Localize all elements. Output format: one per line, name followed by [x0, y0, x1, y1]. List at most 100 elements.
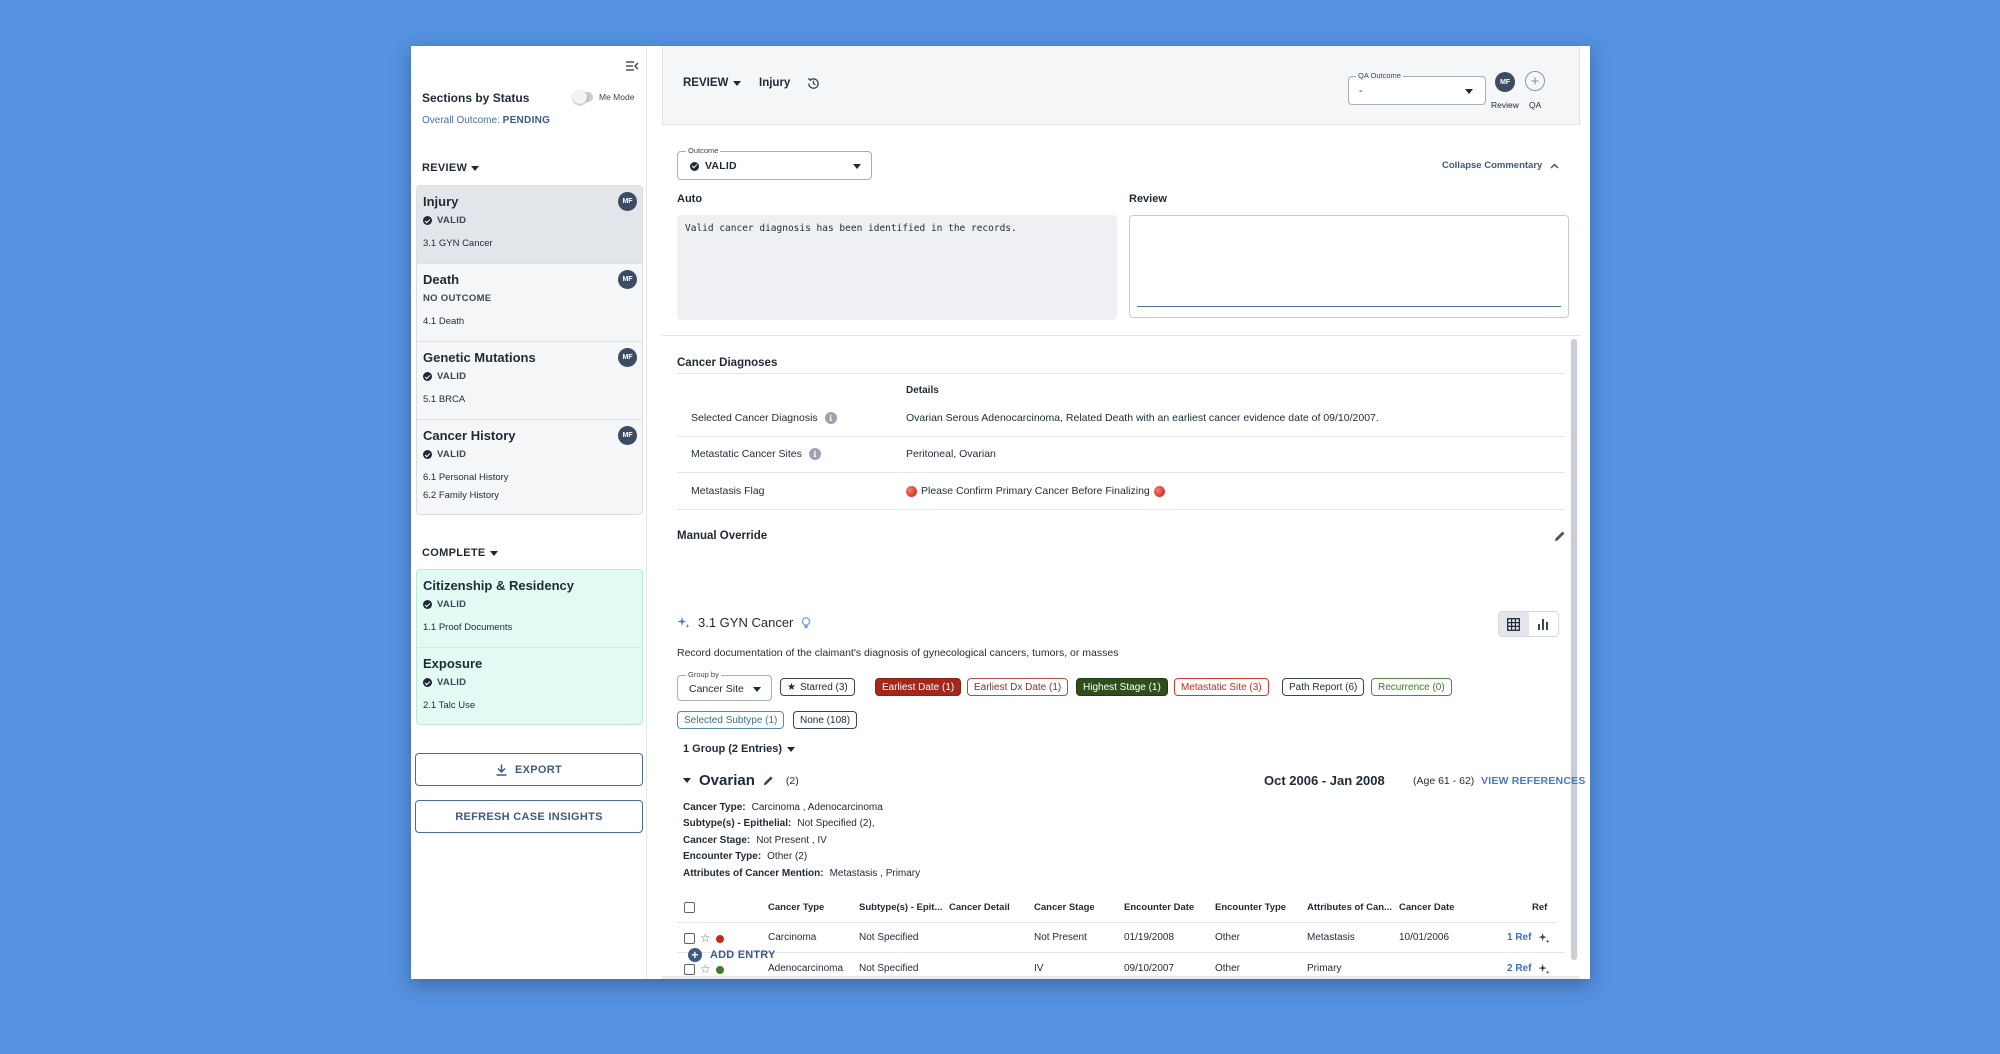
refresh-case-insights-button[interactable]: REFRESH CASE INSIGHTS: [415, 800, 643, 833]
section-card-death[interactable]: Death NO OUTCOME 4.1 Death MF: [417, 264, 642, 342]
collapse-commentary-button[interactable]: Collapse Commentary: [1442, 160, 1559, 171]
me-mode-label: Me Mode: [599, 92, 635, 102]
section-card-subsection[interactable]: 5.1 BRCA: [423, 394, 636, 405]
groups-dropdown[interactable]: 1 Group (2 Entries): [683, 743, 796, 755]
diagnosis-row: Selected Cancer Diagnosis i Ovarian Sero…: [677, 401, 1565, 437]
edit-pencil-icon[interactable]: [763, 775, 774, 786]
auto-label: Auto: [677, 193, 703, 205]
details-header: Details: [906, 385, 939, 396]
collapse-caret-icon[interactable]: [683, 778, 691, 783]
section-card-citizenship[interactable]: Citizenship & Residency VALID 1.1 Proof …: [417, 570, 642, 648]
section-card-genetic-mutations[interactable]: Genetic Mutations VALID 5.1 BRCA MF: [417, 342, 642, 420]
filter-chip-none[interactable]: None (108): [793, 711, 858, 729]
ovarian-entry-count: (2): [785, 774, 799, 787]
table-row[interactable]: ☆ Carcinoma Not Specified Not Present 01…: [677, 923, 1565, 953]
filter-chip-selected-subtype[interactable]: Selected Subtype (1): [677, 711, 785, 729]
sparkle-add-icon[interactable]: [1538, 963, 1550, 975]
column-header[interactable]: Encounter Date: [1124, 902, 1194, 913]
diagnosis-row-label: Metastasis Flag: [691, 485, 765, 497]
section-card-status: VALID: [423, 677, 636, 688]
ovarian-group-header: Ovarian (2): [683, 772, 799, 789]
avatar: MF: [618, 270, 637, 289]
toggle-switch[interactable]: [573, 90, 593, 104]
section-card-subsection[interactable]: 1.1 Proof Documents: [423, 622, 636, 633]
section-card-subsection[interactable]: 6.2 Family History: [423, 490, 636, 501]
column-header[interactable]: Cancer Detail: [949, 902, 1010, 913]
filter-chip-path-report[interactable]: Path Report (6): [1282, 678, 1365, 696]
outcome-value-text: VALID: [705, 160, 737, 172]
gyn-cancer-title: 3.1 GYN Cancer: [698, 615, 794, 630]
section-card-subsection[interactable]: 3.1 GYN Cancer: [423, 238, 636, 249]
me-mode-toggle[interactable]: Me Mode: [573, 90, 635, 104]
history-icon[interactable]: [806, 76, 821, 91]
review-group-toggle[interactable]: REVIEW: [422, 162, 480, 174]
ref-link[interactable]: 2 Ref: [1507, 963, 1531, 974]
filter-chip-earliest-date[interactable]: Earliest Date (1): [875, 678, 962, 696]
filter-chip-metastatic-site[interactable]: Metastatic Site (3): [1174, 678, 1269, 696]
star-outline-icon[interactable]: ☆: [700, 963, 711, 975]
top-bar: REVIEW Injury QA Outcome - MF + Review Q…: [662, 46, 1580, 125]
ref-link[interactable]: 1 Ref: [1507, 932, 1531, 943]
section-card-cancer-history[interactable]: Cancer History VALID 6.1 Personal Histor…: [417, 420, 642, 514]
complete-section-list: Citizenship & Residency VALID 1.1 Proof …: [416, 569, 643, 725]
cell-encounter-type: Other: [1215, 932, 1241, 943]
row-checkbox[interactable]: [684, 933, 695, 944]
view-references-link[interactable]: VIEW REFERENCES: [1481, 775, 1586, 787]
collapse-sidebar-icon[interactable]: [624, 58, 640, 74]
ovarian-attribute: Cancer Type: Carcinoma , Adenocarcinoma: [683, 802, 883, 813]
select-all-checkbox[interactable]: [684, 902, 695, 913]
edit-pencil-icon[interactable]: [1554, 530, 1566, 542]
auto-commentary: Valid cancer diagnosis has been identifi…: [677, 215, 1117, 320]
column-header[interactable]: Cancer Stage: [1034, 902, 1095, 913]
export-button[interactable]: EXPORT: [415, 753, 643, 786]
outcome-select[interactable]: Outcome VALID: [677, 146, 872, 180]
column-header[interactable]: Encounter Type: [1215, 902, 1286, 913]
review-avatar[interactable]: MF: [1495, 72, 1515, 92]
attr-value: Not Specified (2),: [797, 818, 875, 829]
group-by-select[interactable]: Group by Cancer Site: [677, 670, 772, 701]
manual-override-title: Manual Override: [677, 530, 768, 542]
section-card-subsection[interactable]: 6.1 Personal History: [423, 472, 636, 483]
refresh-label: REFRESH CASE INSIGHTS: [455, 810, 603, 823]
review-commentary-input[interactable]: [1129, 215, 1569, 318]
lightbulb-icon[interactable]: [801, 616, 811, 629]
diagnosis-row: Metastasis Flag Please Confirm Primary C…: [677, 474, 1565, 510]
info-icon[interactable]: i: [824, 412, 837, 424]
group-by-value: Cancer Site: [689, 683, 744, 695]
column-header[interactable]: Cancer Date: [1399, 902, 1454, 913]
label-text: Selected Cancer Diagnosis: [691, 412, 818, 424]
filter-chip-highest-stage[interactable]: Highest Stage (1): [1076, 678, 1168, 696]
section-card-exposure[interactable]: Exposure VALID 2.1 Talc Use: [417, 648, 642, 724]
cell-attributes: Metastasis: [1307, 932, 1355, 943]
filter-chip-recurrence[interactable]: Recurrence (0): [1371, 678, 1452, 696]
filter-chip-starred[interactable]: ★ Starred (3): [780, 678, 855, 696]
row-checkbox[interactable]: [684, 964, 695, 975]
cell-cancer-stage: IV: [1034, 963, 1044, 974]
info-icon[interactable]: i: [808, 448, 821, 460]
add-entry-button[interactable]: + ADD ENTRY: [688, 948, 776, 962]
column-header[interactable]: Attributes of Can...: [1307, 902, 1392, 913]
column-header[interactable]: Subtype(s) - Epit...: [859, 902, 942, 913]
add-qa-icon[interactable]: +: [1525, 71, 1545, 91]
star-outline-icon[interactable]: ☆: [700, 932, 711, 944]
attr-value: Other (2): [767, 851, 808, 862]
complete-group-toggle[interactable]: COMPLETE: [422, 547, 498, 559]
status-text: VALID: [437, 371, 467, 382]
sparkle-add-icon[interactable]: [1538, 932, 1550, 944]
filter-chip-earliest-dx-date[interactable]: Earliest Dx Date (1): [967, 678, 1069, 696]
review-dropdown[interactable]: REVIEW: [683, 77, 742, 89]
qa-outcome-select[interactable]: QA Outcome -: [1348, 71, 1486, 105]
column-header[interactable]: Ref: [1532, 902, 1547, 913]
cell-encounter-date: 01/19/2008: [1124, 932, 1175, 943]
label-text: Metastatic Cancer Sites: [691, 448, 802, 460]
star-icon: ★: [787, 681, 796, 693]
section-card-subsection[interactable]: 2.1 Talc Use: [423, 700, 636, 711]
view-toggle: [1498, 611, 1559, 637]
scrollbar-thumb[interactable]: [1571, 339, 1577, 960]
column-header[interactable]: Cancer Type: [768, 902, 824, 913]
table-view-icon[interactable]: [1499, 612, 1529, 636]
section-card-subsection[interactable]: 4.1 Death: [423, 316, 636, 327]
bar-chart-view-icon[interactable]: [1529, 612, 1559, 636]
attr-key: Cancer Type:: [683, 802, 746, 813]
section-card-injury[interactable]: Injury VALID 3.1 GYN Cancer MF: [417, 186, 642, 264]
